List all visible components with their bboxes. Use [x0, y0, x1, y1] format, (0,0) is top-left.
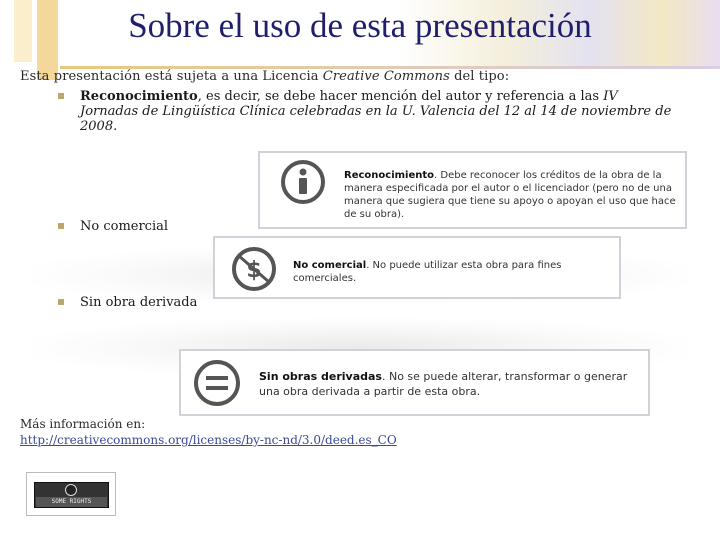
card-title: No comercial	[293, 260, 367, 271]
card-text: No comercial. No puede utilizar esta obr…	[293, 259, 618, 285]
card-text: Sin obras derivadas. No se puede alterar…	[259, 369, 644, 399]
license-card-nd: Sin obras derivadas. No se puede alterar…	[179, 349, 650, 416]
license-link[interactable]: http://creativecommons.org/licenses/by-n…	[20, 433, 397, 447]
card-title: Sin obras derivadas	[259, 370, 382, 383]
license-card-by: Reconocimiento. Debe reconocer los crédi…	[258, 151, 687, 229]
card-title: Reconocimiento	[344, 170, 435, 181]
bullet-label: No comercial	[80, 219, 169, 234]
badge-text: SOME RIGHTS RESERVED	[36, 497, 107, 507]
intro-license-name: Creative Commons	[322, 69, 450, 84]
bullet-no-comercial: No comercial	[58, 219, 168, 234]
svg-text:$: $	[246, 258, 261, 283]
intro-text: Esta presentación está sujeta a una Lice…	[20, 69, 509, 84]
cc-badge-frame[interactable]: SOME RIGHTS RESERVED	[26, 472, 116, 516]
bullet-bold: Reconocimiento	[80, 89, 198, 104]
cc-icon	[65, 484, 77, 496]
bullet-marker	[58, 93, 64, 99]
noncommercial-icon: $	[229, 244, 279, 298]
more-info-label: Más información en:	[20, 417, 146, 431]
bullet-plain: , es decir, se debe hacer mención del au…	[197, 89, 604, 104]
bullet-marker	[58, 299, 64, 305]
license-card-nc: $ No comercial. No puede utilizar esta o…	[213, 236, 621, 299]
intro-suffix: del tipo:	[449, 69, 510, 84]
cc-badge[interactable]: SOME RIGHTS RESERVED	[34, 482, 109, 508]
bullet-label: Sin obra derivada	[80, 295, 198, 310]
bullet-marker	[58, 223, 64, 229]
card-text: Reconocimiento. Debe reconocer los crédi…	[344, 169, 679, 221]
bullet-text: Reconocimiento, es decir, se debe hacer …	[80, 89, 678, 134]
slide-title: Sobre el uso de esta presentación	[128, 6, 592, 45]
bullet-reconocimiento: Reconocimiento, es decir, se debe hacer …	[58, 89, 678, 134]
intro-prefix: Esta presentación está sujeta a una Lice…	[20, 69, 323, 84]
bullet-sin-obra-derivada: Sin obra derivada	[58, 295, 197, 310]
noderivatives-icon	[191, 357, 243, 413]
attribution-icon	[280, 159, 326, 209]
